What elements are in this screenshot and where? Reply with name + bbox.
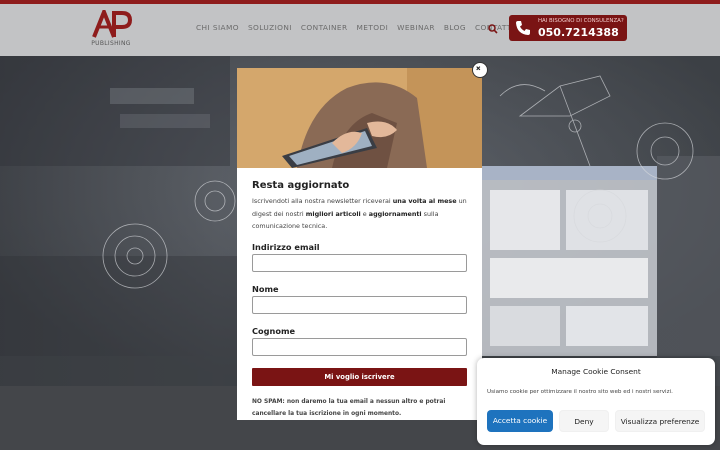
description-bold: aggiornamenti — [368, 209, 422, 218]
description-bold: una volta al mese — [392, 197, 457, 205]
cta-phone-number: 050.7214388 — [538, 26, 619, 39]
nav-item-webinar[interactable]: WEBINAR — [397, 23, 435, 32]
modal-title: Resta aggiornato — [252, 180, 350, 191]
surname-label: Cognome — [252, 326, 296, 336]
accept-cookies-button[interactable]: Accetta cookie — [487, 410, 553, 432]
modal-hero-image — [237, 68, 482, 168]
phone-icon — [516, 21, 530, 35]
description-part: e — [360, 209, 369, 218]
cta-caption: HAI BISOGNO DI CONSULENZA? — [538, 18, 624, 24]
logo-mark-icon — [92, 10, 132, 38]
subscribe-button[interactable]: Mi voglio iscrivere — [252, 368, 467, 386]
nav-item-container[interactable]: CONTAINER — [301, 23, 348, 32]
email-field[interactable] — [252, 254, 467, 272]
nav-item-soluzioni[interactable]: SOLUZIONI — [248, 23, 292, 32]
close-modal-button[interactable] — [472, 62, 488, 78]
name-label: Nome — [252, 284, 279, 294]
view-preferences-button[interactable]: Visualizza preferenze — [615, 410, 705, 432]
deny-cookies-button[interactable]: Deny — [559, 410, 609, 432]
search-icon[interactable] — [488, 24, 498, 34]
cookie-text: Usiamo cookie per ottimizzare il nostro … — [487, 389, 673, 395]
description-bold: migliori articoli — [305, 209, 361, 218]
main-nav: CHI SIAMO SOLUZIONI CONTAINER METODI WEB… — [196, 23, 514, 32]
nav-item-metodi[interactable]: METODI — [357, 23, 389, 32]
nav-item-blog[interactable]: BLOG — [444, 23, 466, 32]
name-field[interactable] — [252, 296, 467, 314]
modal-description: Iscrivendoti alla nostra newsletter rice… — [252, 195, 470, 233]
nav-item-chi-siamo[interactable]: CHI SIAMO — [196, 23, 239, 32]
consultation-call-button[interactable]: HAI BISOGNO DI CONSULENZA? 050.7214388 — [509, 15, 627, 41]
surname-field[interactable] — [252, 338, 467, 356]
email-label: Indirizzo email — [252, 242, 320, 252]
close-icon — [476, 66, 481, 71]
modal-body: Resta aggiornato Iscrivendoti alla nostr… — [252, 180, 470, 233]
spam-note: NO SPAM: non daremo la tua email a nessu… — [252, 399, 446, 417]
description-part: Iscrivendoti alla nostra newsletter rice… — [252, 197, 393, 205]
cookie-consent-banner: Manage Cookie Consent Usiamo cookie per … — [477, 358, 715, 445]
site-logo[interactable]: PUBLISHING — [88, 10, 134, 50]
cookie-title: Manage Cookie Consent — [551, 367, 641, 376]
logo-text: PUBLISHING — [91, 40, 131, 47]
newsletter-modal: Resta aggiornato Iscrivendoti alla nostr… — [237, 68, 482, 420]
